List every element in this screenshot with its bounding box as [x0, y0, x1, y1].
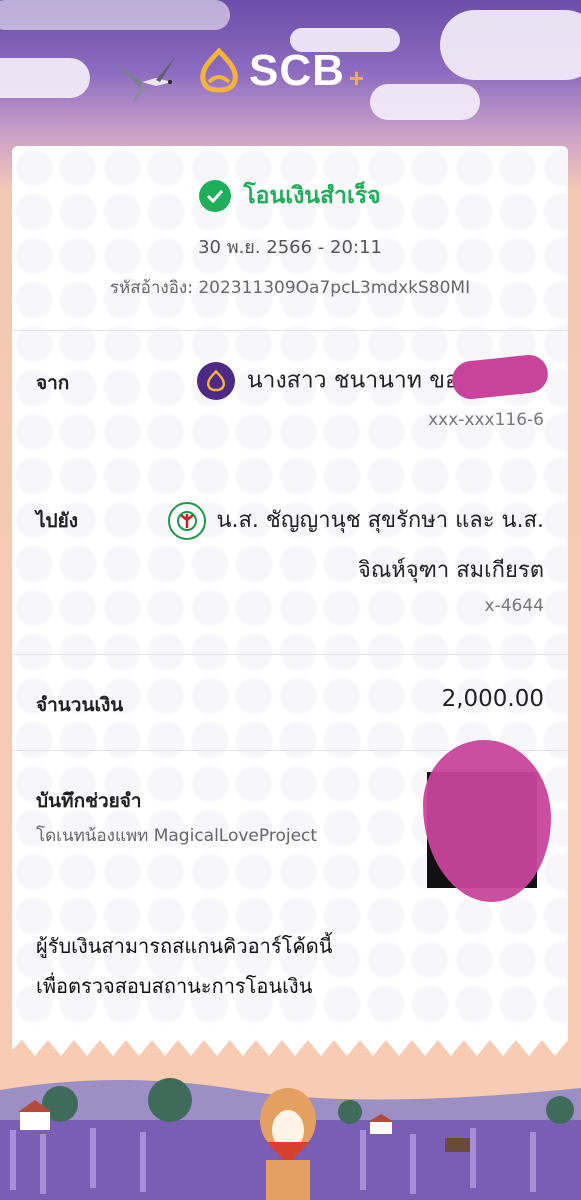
to-label: ไปยัง — [36, 510, 79, 532]
qr-instruction-line2: เพื่อตรวจสอบสถานะการโอนเงิน — [36, 974, 313, 998]
kbank-icon — [168, 502, 207, 540]
qr-instruction: ผู้รับเงินสามารถสแกนคิวอาร์โค้ดนี้ เพื่อ… — [36, 926, 332, 1006]
recipient-line1: น.ส. ชัญญานุช สุขรักษา และ น.ส. — [168, 502, 544, 540]
scb-icon — [196, 362, 235, 400]
qr-instruction-line1: ผู้รับเงินสามารถสแกนคิวอาร์โค้ดนี้ — [36, 934, 333, 958]
cloud — [370, 84, 480, 120]
divider — [12, 654, 568, 655]
lavender-field-illustration — [0, 1078, 581, 1200]
bird-illustration — [114, 56, 176, 104]
status-text: โอนเงินสำเร็จ — [243, 183, 381, 209]
brand-name: SCB — [249, 46, 345, 95]
transaction-datetime: 30 พ.ย. 2566 - 20:11 — [198, 237, 382, 258]
scb-logo: SCB + — [197, 46, 364, 96]
status-row: โอนเงินสำเร็จ — [12, 178, 568, 214]
success-check-icon — [199, 180, 232, 212]
sender-name: นางสาว ชนานาท ขอ — [246, 367, 459, 394]
divider — [12, 330, 568, 331]
brand-plus: + — [348, 62, 365, 93]
cloud — [440, 10, 581, 80]
cloud — [0, 0, 230, 30]
amount-label: จำนวนเงิน — [36, 694, 124, 716]
recipient-name-line1: น.ส. ชัญญานุช สุขรักษา และ น.ส. — [216, 508, 544, 533]
memo-label: บันทึกช่วยจำ — [36, 790, 142, 812]
memo-value: โดเนทน้องแพท MagicalLoveProject — [36, 826, 318, 846]
recipient-name-line2: จิณห์จุฑา สมเกียรต — [357, 558, 544, 583]
sender-account: xxx-xxx116-6 — [428, 410, 544, 430]
amount-value: 2,000.00 — [441, 686, 544, 712]
scb-mark-icon — [200, 48, 238, 93]
from-label: จาก — [36, 372, 70, 394]
receipt-torn-edge — [12, 1030, 568, 1056]
cloud — [0, 58, 90, 98]
recipient-account: x-4644 — [484, 596, 544, 616]
reference-number: รหัสอ้างอิง: 202311309Oa7pcL3mdxkS80MI — [109, 278, 471, 298]
